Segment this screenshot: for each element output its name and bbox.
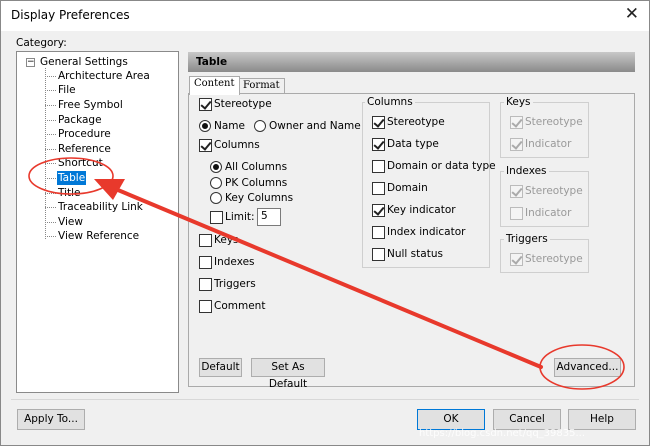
tree-item-architecture-area[interactable]: Architecture Area	[45, 69, 151, 83]
triggers-label: Triggers	[214, 278, 256, 290]
data-type-label: Data type	[387, 138, 439, 150]
pk-columns-radio[interactable]	[210, 177, 222, 189]
limit-label: Limit:	[225, 211, 255, 223]
owner-and-name-radio[interactable]	[254, 120, 266, 132]
category-label: Category:	[16, 37, 67, 49]
domain-or-data-type-checkbox[interactable]	[372, 160, 385, 173]
tree-item-traceability-link[interactable]: Traceability Link	[45, 200, 144, 214]
null-status-checkbox[interactable]	[372, 248, 385, 261]
default-button[interactable]: Default	[199, 358, 242, 377]
domain-checkbox[interactable]	[372, 182, 385, 195]
triggers-checkbox[interactable]	[199, 278, 212, 291]
keys-stereotype-label: Stereotype	[525, 116, 583, 128]
all-columns-radio[interactable]	[210, 161, 222, 173]
index-indicator-checkbox[interactable]	[372, 226, 385, 239]
key-columns-radio[interactable]	[210, 192, 222, 204]
column-stereotype-label: Stereotype	[387, 116, 445, 128]
domain-or-data-type-label: Domain or data type	[387, 160, 496, 172]
indexes-stereotype-label: Stereotype	[525, 185, 583, 197]
tree-item-title[interactable]: Title	[45, 186, 82, 200]
tree-item-shortcut[interactable]: Shortcut	[45, 156, 104, 170]
tree-item-file[interactable]: File	[45, 83, 77, 97]
keys-indicator-checkbox[interactable]	[510, 138, 523, 151]
tree-item-general-settings[interactable]: General Settings	[39, 55, 129, 69]
triggers-stereotype-checkbox[interactable]	[510, 253, 523, 266]
limit-checkbox[interactable]	[210, 211, 223, 224]
category-tree[interactable]: − General Settings Architecture Area Fil…	[16, 51, 179, 393]
display-preferences-dialog: Display Preferences ✕ Category: − Genera…	[0, 0, 650, 446]
bottom-separator	[11, 399, 639, 400]
stereotype-label: Stereotype	[214, 98, 272, 110]
domain-label: Domain	[387, 182, 428, 194]
stereotype-checkbox[interactable]	[199, 98, 212, 111]
set-as-default-button[interactable]: Set As Default	[251, 358, 325, 390]
tree-connector	[45, 68, 46, 239]
apply-to-button[interactable]: Apply To...	[17, 409, 85, 430]
keys-checkbox[interactable]	[199, 234, 212, 247]
triggers-stereotype-label: Stereotype	[525, 253, 583, 265]
data-type-checkbox[interactable]	[372, 138, 385, 151]
cancel-button[interactable]: Cancel	[493, 409, 561, 430]
ok-button[interactable]: OK	[417, 409, 485, 430]
columns-group-title: Columns	[365, 96, 415, 108]
tree-item-view-reference[interactable]: View Reference	[45, 229, 140, 243]
keys-group-title: Keys	[504, 96, 533, 108]
tab-format[interactable]: Format	[238, 78, 285, 94]
indexes-group-title: Indexes	[504, 165, 549, 177]
comment-checkbox[interactable]	[199, 300, 212, 313]
comment-label: Comment	[214, 300, 266, 312]
close-icon[interactable]: ✕	[625, 4, 639, 24]
column-stereotype-checkbox[interactable]	[372, 116, 385, 129]
columns-label: Columns	[214, 139, 260, 151]
tab-content[interactable]: Content	[189, 76, 240, 95]
title-bar: Display Preferences ✕	[1, 1, 649, 31]
null-status-label: Null status	[387, 248, 443, 260]
indexes-stereotype-checkbox[interactable]	[510, 185, 523, 198]
tree-item-reference[interactable]: Reference	[45, 142, 112, 156]
collapse-icon[interactable]: −	[26, 58, 35, 67]
key-indicator-checkbox[interactable]	[372, 204, 385, 217]
limit-input[interactable]: 5	[257, 208, 281, 226]
keys-label: Keys	[214, 234, 239, 246]
tree-item-procedure[interactable]: Procedure	[45, 127, 112, 141]
key-indicator-label: Key indicator	[387, 204, 456, 216]
tree-item-table[interactable]: Table	[45, 171, 87, 185]
name-radio-label: Name	[214, 120, 245, 132]
keys-stereotype-checkbox[interactable]	[510, 116, 523, 129]
columns-checkbox[interactable]	[199, 139, 212, 152]
window-title: Display Preferences	[11, 8, 130, 22]
tree-item-free-symbol[interactable]: Free Symbol	[45, 98, 124, 112]
indexes-indicator-label: Indicator	[525, 207, 572, 219]
pk-columns-label: PK Columns	[225, 177, 288, 189]
indexes-label: Indexes	[214, 256, 255, 268]
tree-item-view[interactable]: View	[45, 215, 84, 229]
owner-and-name-label: Owner and Name	[269, 120, 361, 132]
triggers-group-title: Triggers	[504, 233, 550, 245]
tree-item-package[interactable]: Package	[45, 113, 103, 127]
panel-header: Table	[188, 52, 635, 72]
index-indicator-label: Index indicator	[387, 226, 466, 238]
help-button[interactable]: Help	[568, 409, 636, 430]
advanced-button[interactable]: Advanced...	[554, 358, 621, 377]
watermark-text: https://blog.csdn.net/qq_39835...	[419, 428, 586, 439]
indexes-indicator-checkbox[interactable]	[510, 207, 523, 220]
all-columns-label: All Columns	[225, 161, 288, 173]
keys-indicator-label: Indicator	[525, 138, 572, 150]
name-radio[interactable]	[199, 120, 211, 132]
indexes-checkbox[interactable]	[199, 256, 212, 269]
key-columns-label: Key Columns	[225, 192, 294, 204]
